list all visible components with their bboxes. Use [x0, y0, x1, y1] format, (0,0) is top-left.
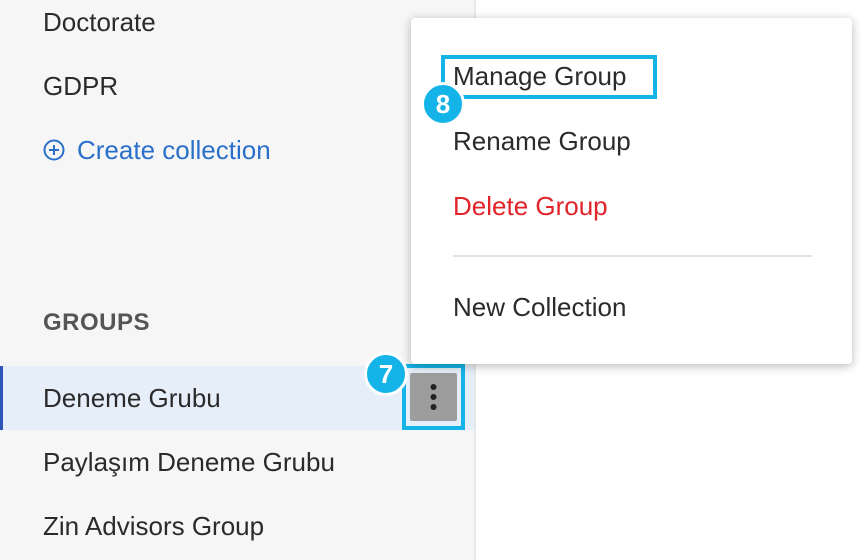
step-badge-8: 8	[421, 82, 465, 126]
more-vertical-icon	[430, 384, 437, 410]
step-badge-7: 7	[364, 352, 408, 396]
sidebar-item-zin-advisors-group[interactable]: Zin Advisors Group	[0, 494, 474, 558]
menu-item-manage-group[interactable]: Manage Group	[453, 56, 626, 96]
sidebar: Doctorate GDPR Create collection GROUPS …	[0, 0, 476, 560]
sidebar-item-label: Doctorate	[43, 6, 156, 37]
sidebar-item-label: Deneme Grubu	[43, 382, 221, 413]
sidebar-item-label: GDPR	[43, 70, 119, 101]
menu-item-rename-group[interactable]: Rename Group	[453, 121, 631, 161]
create-collection-label: Create collection	[77, 134, 271, 165]
create-collection-link[interactable]: Create collection	[43, 130, 271, 170]
sidebar-item-label: Paylaşım Deneme Grubu	[43, 446, 335, 477]
groups-heading: GROUPS	[43, 309, 151, 336]
sidebar-item-paylasim-deneme-grubu[interactable]: Paylaşım Deneme Grubu	[0, 430, 474, 494]
sidebar-item-label: Zin Advisors Group	[43, 510, 265, 541]
sidebar-item-doctorate[interactable]: Doctorate	[0, 0, 474, 54]
group-options-button[interactable]	[410, 373, 457, 421]
menu-divider	[453, 255, 812, 257]
menu-item-delete-group[interactable]: Delete Group	[453, 186, 608, 226]
plus-circle-icon	[43, 139, 65, 161]
sidebar-item-gdpr[interactable]: GDPR	[0, 54, 474, 118]
group-context-menu: Manage Group Rename Group Delete Group N…	[411, 18, 852, 364]
menu-item-new-collection[interactable]: New Collection	[453, 287, 626, 327]
